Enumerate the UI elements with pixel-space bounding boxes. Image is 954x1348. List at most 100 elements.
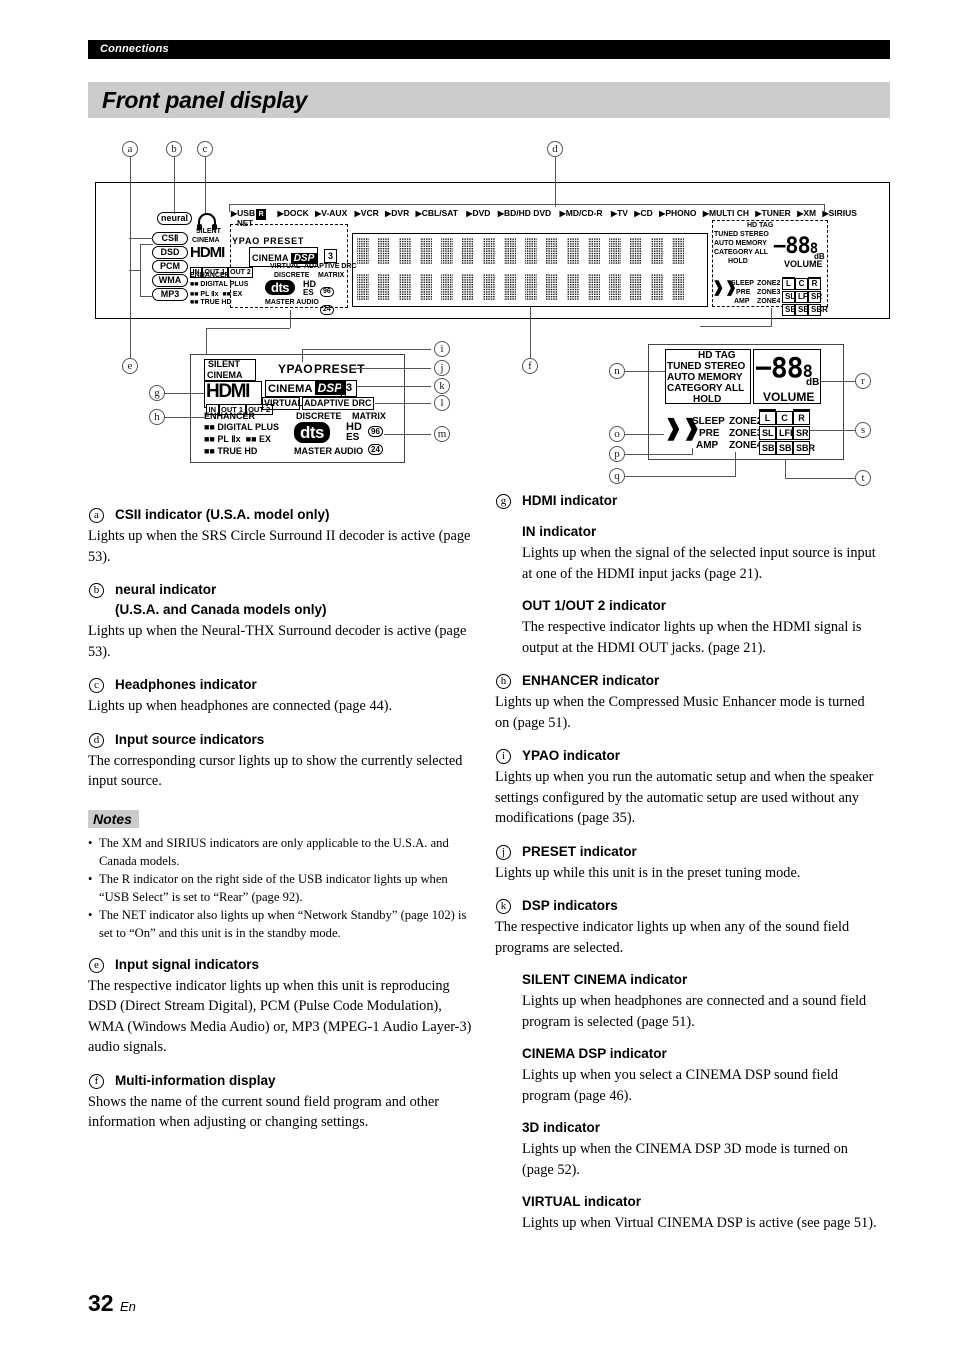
page-number-value: 32	[88, 1290, 114, 1316]
leader-e	[129, 238, 131, 358]
zone4-label: ZONE4	[757, 298, 781, 305]
leader-g-h	[165, 393, 204, 395]
callout-q: q	[609, 468, 625, 484]
entry-f-body: Shows the name of the current sound fiel…	[88, 1093, 439, 1131]
spk-l: L	[782, 277, 795, 290]
entry-i-mark: i	[496, 749, 511, 764]
entry-a-heading-text: CSII indicator (U.S.A. model only)	[115, 507, 330, 522]
detail-dsp-3d-number: 3	[341, 380, 358, 397]
detail-volume-minus: −	[755, 351, 772, 384]
detail-dsp-3d-badge: 3	[341, 378, 358, 397]
src-sirius: SIRIUS	[828, 208, 857, 218]
entry-i-heading: i YPAO indicator	[495, 747, 880, 765]
leader-right-detail	[771, 308, 773, 326]
src-cblsat: CBL/SAT	[421, 208, 458, 218]
callout-f: f	[522, 358, 538, 374]
leader-j-h	[350, 368, 431, 370]
leader-a	[129, 157, 131, 243]
note-item: The NET indicator also lights up when “N…	[88, 906, 473, 942]
sleep-label: SLEEP	[731, 280, 754, 287]
preset-label: PRESET	[263, 236, 305, 246]
src-tuner: TUNER	[761, 208, 791, 218]
detail-virtual-label: VIRTUAL	[264, 398, 303, 408]
callout-e: e	[122, 358, 138, 374]
callout-d: d	[547, 141, 563, 157]
notes-heading: Notes	[88, 809, 139, 828]
volume-readout: −888	[773, 236, 818, 260]
detail-hold: HOLD	[693, 394, 722, 405]
callout-p: p	[609, 446, 625, 462]
entry-d-body: The corresponding cursor lights up to sh…	[88, 752, 463, 790]
tuner-category-all: CATEGORY ALL	[714, 249, 769, 256]
notes-list: The XM and SIRIUS indicators are only ap…	[88, 834, 473, 942]
detail-spk-lfe: LFE	[776, 426, 796, 440]
leader-p-v	[692, 448, 694, 455]
note-item: The XM and SIRIUS indicators are only ap…	[88, 834, 473, 870]
src-multich: MULTI CH	[709, 208, 749, 218]
note-item: The R indicator on the right side of the…	[88, 870, 473, 906]
src-bracket-top	[229, 204, 825, 206]
entry-b-mark: b	[89, 583, 104, 598]
sampling-96: 96	[320, 287, 334, 297]
detail-matrix-label: MATRIX	[352, 411, 386, 421]
leader-r-h	[821, 381, 856, 383]
spk-sb: SB	[795, 304, 809, 316]
leader-d	[554, 157, 556, 207]
entry-e: e Input signal indicators The respective…	[88, 956, 473, 1058]
detail-volume-label: VOLUME	[763, 390, 815, 404]
spk-r: R	[808, 277, 821, 290]
signal-mp3: MP3	[152, 288, 188, 301]
detail-dd-true-hd: ■■ TRUE HD	[204, 446, 258, 456]
entry-k-body: The respective indicator lights up when …	[495, 919, 850, 956]
tuner-auto-memory: AUTO MEMORY	[714, 240, 767, 247]
matrix-label: MATRIX	[318, 272, 345, 279]
page-language: En	[119, 1299, 136, 1314]
detail-hd-tag: HD TAG	[698, 350, 736, 361]
entry-d-heading: d Input source indicators	[88, 731, 473, 749]
entry-b: b neural indicator (U.S.A. and Canada mo…	[88, 581, 473, 662]
entry-g-heading-text: HDMI indicator	[522, 493, 618, 508]
spk-sbr: SBR	[808, 304, 828, 316]
dd-digital-plus: ■■ DIGITAL PLUS	[190, 281, 249, 288]
entry-k-sub3-body: Lights up when the CINEMA DSP 3D mode is…	[522, 1141, 848, 1178]
src-bracket-left	[229, 204, 231, 212]
signal-bracket-e	[129, 270, 141, 272]
entry-f-heading: f Multi-information display	[88, 1072, 473, 1090]
leader-k-h	[356, 386, 431, 388]
page-number: 32 En	[88, 1290, 136, 1317]
enhancer-label: ENHANCER	[190, 272, 230, 279]
speaker-indicators: LCR SL LFESR SBLSB SBR	[782, 277, 828, 316]
detail-dd-pllx: ■■ PL Ⅱx ■■ EX	[204, 434, 272, 444]
callout-b: b	[166, 141, 182, 157]
callout-n: n	[609, 363, 625, 379]
leader-i-v	[302, 349, 304, 362]
detail-sampling-96: 96	[368, 426, 383, 437]
entry-j: j PRESET indicator Lights up while this …	[495, 843, 880, 884]
hd-es-logo: HD ES	[303, 279, 316, 297]
entry-h-heading: h ENHANCER indicator	[495, 672, 880, 690]
entry-f-mark: f	[89, 1073, 104, 1089]
dot-matrix-cells	[357, 238, 684, 300]
entry-k-sub3-heading: 3D indicator	[522, 1120, 601, 1135]
entry-i-heading-text: YPAO indicator	[522, 748, 621, 763]
detail-spk-c: C	[776, 411, 793, 425]
detail-master-audio-label: MASTER AUDIO	[294, 446, 364, 456]
leader-m-h	[384, 434, 431, 436]
callout-t: t	[855, 470, 871, 486]
entry-h-body: Lights up when the Compressed Music Enha…	[495, 694, 865, 731]
callout-i: i	[434, 341, 450, 357]
callout-m: m	[434, 426, 450, 442]
detail-volume-readout: −888	[755, 351, 813, 386]
cinema-label: CINEMA	[192, 237, 220, 244]
src-vaux: V-AUX	[321, 208, 348, 218]
entry-g-mark: g	[496, 494, 511, 509]
detail-spk-sr: SR	[793, 426, 810, 440]
sampling-96-24-badge: 96 24	[320, 280, 334, 316]
signal-csii: CSⅡ	[152, 232, 188, 245]
src-phono: PHONO	[665, 208, 697, 218]
entry-j-heading: j PRESET indicator	[495, 843, 880, 861]
detail-discrete-label: DISCRETE	[296, 411, 342, 421]
entry-a: a CSII indicator (U.S.A. model only) Lig…	[88, 506, 473, 567]
entry-d-mark: d	[89, 732, 104, 748]
src-bdhddvd: BD/HD DVD	[503, 208, 552, 218]
